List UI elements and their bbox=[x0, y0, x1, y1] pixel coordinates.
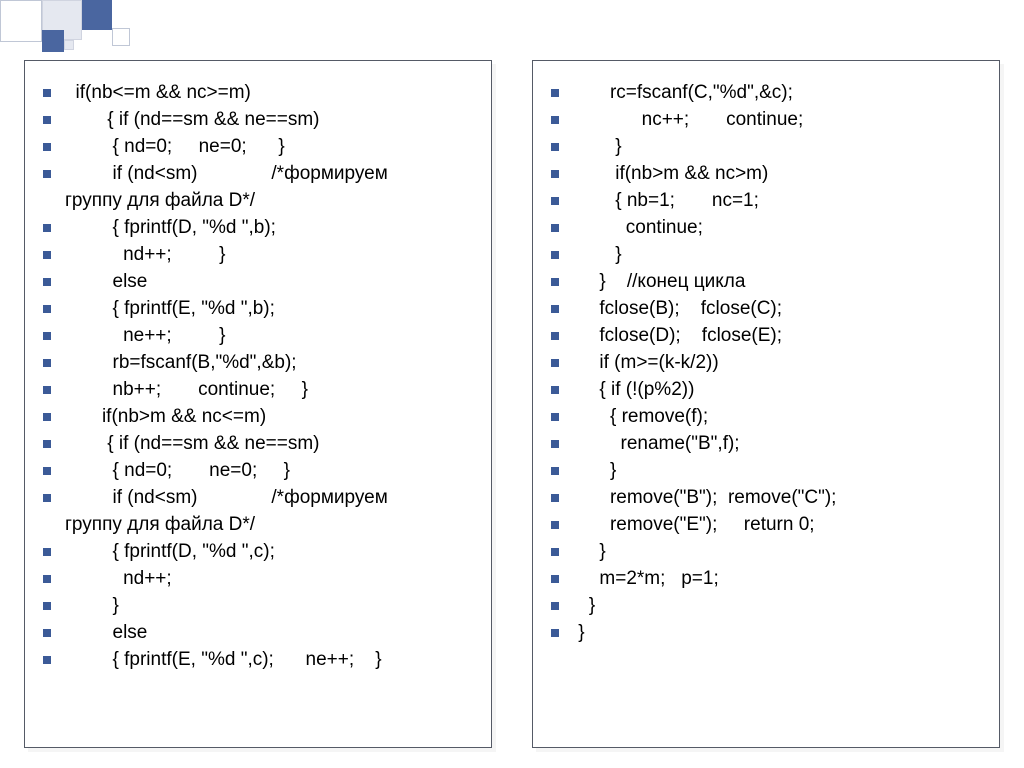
code-line: { nb=1; nc=1; bbox=[547, 187, 985, 214]
code-line: } bbox=[547, 619, 985, 646]
code-line: { fprintf(E, "%d ",c); ne++; } bbox=[39, 646, 477, 673]
code-line: } bbox=[547, 592, 985, 619]
code-line: { nd=0; ne=0; } bbox=[39, 457, 477, 484]
left-code-list: if(nb<=m && nc>=m) { if (nd==sm && ne==s… bbox=[39, 79, 477, 673]
code-line: remove("B"); remove("C"); bbox=[547, 484, 985, 511]
decor-square bbox=[82, 0, 112, 30]
code-line: rc=fscanf(C,"%d",&c); bbox=[547, 79, 985, 106]
code-line: { if (!(p%2)) bbox=[547, 376, 985, 403]
right-code-list: rc=fscanf(C,"%d",&c); nc++; continue; } … bbox=[547, 79, 985, 646]
slide-columns: if(nb<=m && nc>=m) { if (nd==sm && ne==s… bbox=[24, 60, 1000, 748]
code-line: else bbox=[39, 268, 477, 295]
code-line: ne++; } bbox=[39, 322, 477, 349]
left-panel: if(nb<=m && nc>=m) { if (nd==sm && ne==s… bbox=[24, 60, 492, 748]
code-line-wrap: группу для файла D*/ bbox=[39, 187, 477, 214]
decor-square bbox=[112, 28, 130, 46]
code-line: fclose(D); fclose(E); bbox=[547, 322, 985, 349]
code-line: } bbox=[39, 592, 477, 619]
code-line: else bbox=[39, 619, 477, 646]
code-line: remove("E"); return 0; bbox=[547, 511, 985, 538]
decor-square bbox=[0, 0, 42, 42]
code-line: nd++; bbox=[39, 565, 477, 592]
code-line: nc++; continue; bbox=[547, 106, 985, 133]
decor-squares bbox=[0, 0, 170, 50]
code-line: nb++; continue; } bbox=[39, 376, 477, 403]
code-line: } //конец цикла bbox=[547, 268, 985, 295]
code-line: { fprintf(D, "%d ",b); bbox=[39, 214, 477, 241]
code-line: { remove(f); bbox=[547, 403, 985, 430]
code-line: rename("B",f); bbox=[547, 430, 985, 457]
code-line: } bbox=[547, 133, 985, 160]
code-line: { if (nd==sm && ne==sm) bbox=[39, 106, 477, 133]
code-line: { fprintf(E, "%d ",b); bbox=[39, 295, 477, 322]
code-line: if (m>=(k-k/2)) bbox=[547, 349, 985, 376]
code-line: } bbox=[547, 241, 985, 268]
code-line: rb=fscanf(B,"%d",&b); bbox=[39, 349, 477, 376]
code-line: continue; bbox=[547, 214, 985, 241]
code-line: nd++; } bbox=[39, 241, 477, 268]
code-line: if(nb>m && nc>m) bbox=[547, 160, 985, 187]
code-line: { nd=0; ne=0; } bbox=[39, 133, 477, 160]
code-line: } bbox=[547, 538, 985, 565]
code-line-wrap: группу для файла D*/ bbox=[39, 511, 477, 538]
code-line: fclose(B); fclose(C); bbox=[547, 295, 985, 322]
code-line: if (nd<sm) /*формируем bbox=[39, 160, 477, 187]
code-line: } bbox=[547, 457, 985, 484]
decor-square bbox=[64, 40, 74, 50]
code-line: { fprintf(D, "%d ",c); bbox=[39, 538, 477, 565]
code-line: if(nb<=m && nc>=m) bbox=[39, 79, 477, 106]
decor-square bbox=[42, 30, 64, 52]
code-line: m=2*m; p=1; bbox=[547, 565, 985, 592]
code-line: if(nb>m && nc<=m) bbox=[39, 403, 477, 430]
code-line: if (nd<sm) /*формируем bbox=[39, 484, 477, 511]
code-line: { if (nd==sm && ne==sm) bbox=[39, 430, 477, 457]
right-panel: rc=fscanf(C,"%d",&c); nc++; continue; } … bbox=[532, 60, 1000, 748]
